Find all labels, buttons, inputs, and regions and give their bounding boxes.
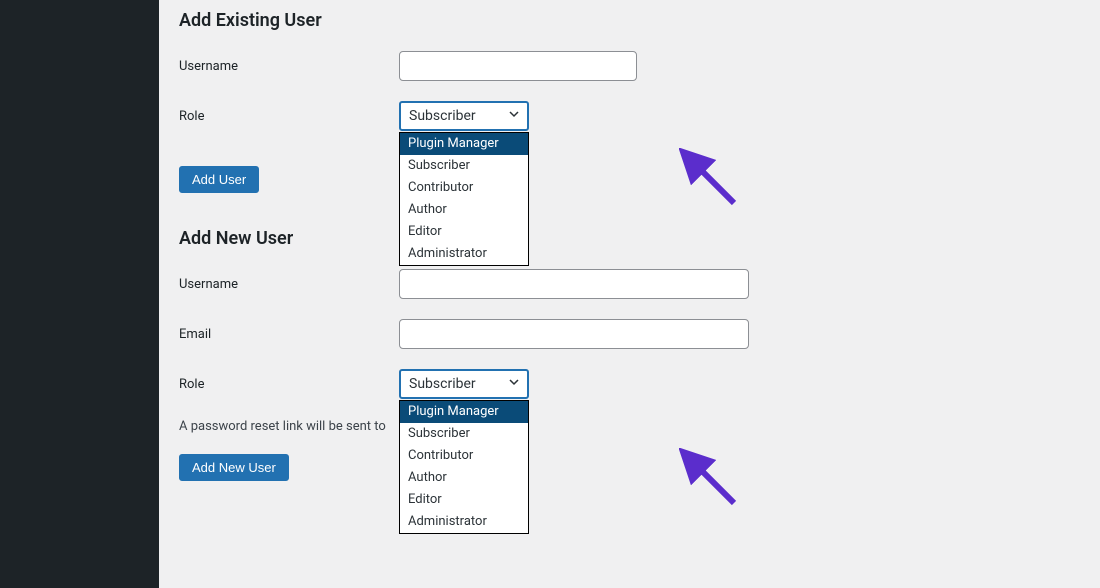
role-option-author-2[interactable]: Author — [400, 467, 528, 489]
existing-role-label: Role — [179, 109, 399, 124]
chevron-down-icon — [507, 375, 521, 393]
add-existing-user-section: Add Existing User Username Role Subscrib… — [179, 10, 1080, 193]
main-content: Add Existing User Username Role Subscrib… — [159, 0, 1100, 588]
new-email-input[interactable] — [399, 319, 749, 349]
password-reset-helper: A password reset link will be sent to — [179, 419, 1080, 434]
add-user-button[interactable]: Add User — [179, 166, 259, 193]
role-option-plugin-manager-2[interactable]: Plugin Manager — [400, 401, 528, 423]
existing-username-row: Username — [179, 51, 1080, 81]
new-role-selected: Subscriber — [409, 376, 476, 392]
new-username-input[interactable] — [399, 269, 749, 299]
admin-sidebar — [0, 0, 159, 588]
role-option-editor-2[interactable]: Editor — [400, 489, 528, 511]
existing-username-input[interactable] — [399, 51, 637, 81]
existing-role-select-wrapper: Subscriber Plugin Manager Subscriber Con… — [399, 101, 529, 131]
new-email-label: Email — [179, 327, 399, 342]
role-option-contributor[interactable]: Contributor — [400, 177, 528, 199]
role-option-administrator[interactable]: Administrator — [400, 243, 528, 265]
new-role-select[interactable]: Subscriber — [399, 369, 529, 399]
new-username-label: Username — [179, 277, 399, 292]
role-option-administrator-2[interactable]: Administrator — [400, 511, 528, 533]
role-option-subscriber-2[interactable]: Subscriber — [400, 423, 528, 445]
role-option-contributor-2[interactable]: Contributor — [400, 445, 528, 467]
existing-role-select[interactable]: Subscriber — [399, 101, 529, 131]
role-option-plugin-manager[interactable]: Plugin Manager — [400, 133, 528, 155]
role-option-author[interactable]: Author — [400, 199, 528, 221]
new-user-heading: Add New User — [179, 228, 1080, 249]
new-username-row: Username — [179, 269, 1080, 299]
add-new-user-section: Add New User Username Email Role Subscri… — [179, 228, 1080, 481]
new-role-dropdown: Plugin Manager Subscriber Contributor Au… — [399, 400, 529, 534]
new-role-select-wrapper: Subscriber Plugin Manager Subscriber Con… — [399, 369, 529, 399]
existing-user-heading: Add Existing User — [179, 10, 1080, 31]
existing-username-label: Username — [179, 59, 399, 74]
new-role-row: Role Subscriber Plugin Manager Subscribe… — [179, 369, 1080, 399]
existing-role-row: Role Subscriber Plugin Manager Subscribe… — [179, 101, 1080, 131]
add-new-user-button[interactable]: Add New User — [179, 454, 289, 481]
existing-role-dropdown: Plugin Manager Subscriber Contributor Au… — [399, 132, 529, 266]
new-role-label: Role — [179, 377, 399, 392]
new-email-row: Email — [179, 319, 1080, 349]
role-option-editor[interactable]: Editor — [400, 221, 528, 243]
chevron-down-icon — [507, 107, 521, 125]
role-option-subscriber[interactable]: Subscriber — [400, 155, 528, 177]
existing-role-selected: Subscriber — [409, 108, 476, 124]
